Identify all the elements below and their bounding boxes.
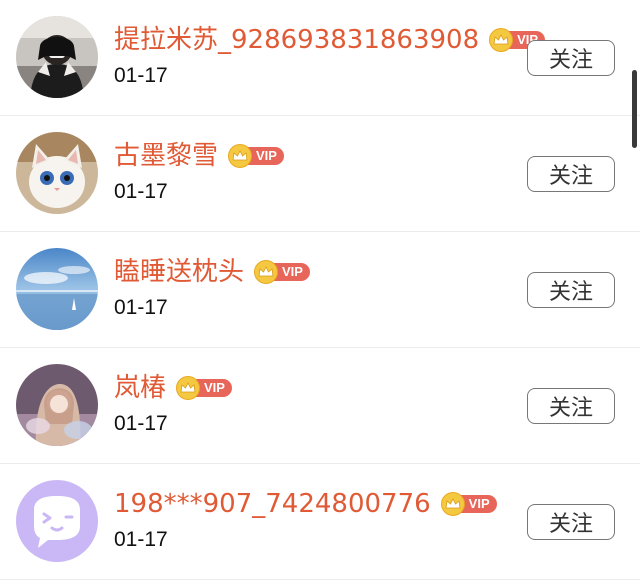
list-item[interactable]: 提拉米苏_928693831863908 VIP 01-17 关注: [0, 0, 640, 116]
follow-button[interactable]: 关注: [527, 40, 615, 76]
white-cat-icon: [16, 132, 98, 214]
date-label: 01-17: [114, 528, 168, 551]
person-in-sweater-icon: [16, 16, 98, 98]
sky-lake-icon: [16, 248, 98, 330]
user-list: 提拉米苏_928693831863908 VIP 01-17 关注 古墨黎雪 V…: [0, 0, 640, 580]
name-line: 198***907_7424800776 VIP: [114, 486, 497, 522]
user-name[interactable]: 古墨黎雪: [114, 138, 218, 174]
scrollbar[interactable]: [632, 70, 637, 148]
avatar[interactable]: [16, 132, 98, 214]
crown-icon: [254, 260, 279, 284]
vip-badge: VIP: [228, 144, 284, 168]
name-line: 提拉米苏_928693831863908 VIP: [114, 22, 546, 58]
list-item[interactable]: 古墨黎雪 VIP 01-17 关注: [0, 116, 640, 232]
avatar[interactable]: [16, 364, 98, 446]
follow-button[interactable]: 关注: [527, 156, 615, 192]
vip-badge: VIP: [254, 260, 310, 284]
list-item[interactable]: 瞌睡送枕头 VIP 01-17 关注: [0, 232, 640, 348]
crown-icon: [176, 376, 201, 400]
follow-button[interactable]: 关注: [527, 272, 615, 308]
list-item[interactable]: 岚椿 VIP 01-17 关注: [0, 348, 640, 464]
vip-badge: VIP: [440, 492, 497, 516]
crown-icon: [228, 144, 253, 168]
follow-button[interactable]: 关注: [527, 388, 615, 424]
name-line: 瞌睡送枕头 VIP: [114, 254, 310, 290]
list-item[interactable]: 198***907_7424800776 VIP 01-17 关注: [0, 464, 640, 580]
avatar[interactable]: [16, 248, 98, 330]
vip-badge: VIP: [176, 376, 232, 400]
user-name[interactable]: 198***907_7424800776: [114, 486, 431, 522]
avatar[interactable]: [16, 16, 98, 98]
date-label: 01-17: [114, 180, 168, 203]
crown-icon: [440, 492, 465, 516]
user-name[interactable]: 岚椿: [114, 370, 166, 406]
date-label: 01-17: [114, 412, 168, 435]
name-line: 古墨黎雪 VIP: [114, 138, 284, 174]
follow-button[interactable]: 关注: [527, 504, 615, 540]
user-name[interactable]: 提拉米苏_928693831863908: [114, 22, 479, 58]
date-label: 01-17: [114, 64, 168, 87]
name-line: 岚椿 VIP: [114, 370, 232, 406]
user-name[interactable]: 瞌睡送枕头: [114, 254, 244, 290]
crown-icon: [489, 28, 514, 52]
date-label: 01-17: [114, 296, 168, 319]
default-chat-icon: [16, 480, 98, 562]
avatar[interactable]: [16, 480, 98, 562]
anime-girl-icon: [16, 364, 98, 446]
